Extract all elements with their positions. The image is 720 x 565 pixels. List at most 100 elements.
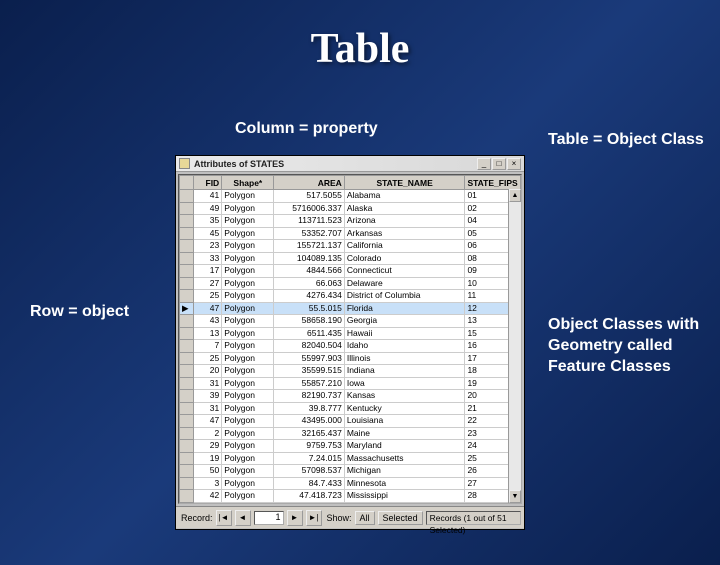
window-titlebar[interactable]: Attributes of STATES _ □ ×	[176, 156, 524, 172]
table-row[interactable]: 25Polygon4276.434District of Columbia11	[180, 290, 521, 303]
table-row[interactable]: 23Polygon155721.137California06	[180, 240, 521, 253]
row-selector[interactable]	[180, 490, 194, 503]
row-selector[interactable]	[180, 502, 194, 504]
scroll-up-button[interactable]: ▲	[509, 189, 521, 202]
scroll-down-button[interactable]: ▼	[509, 490, 521, 503]
cell-area: 58658.190	[274, 315, 344, 328]
cell-name: Hawaii	[344, 327, 465, 340]
table-row[interactable]: 35Polygon113711.523Arizona04	[180, 215, 521, 228]
row-selector[interactable]	[180, 277, 194, 290]
nav-prev-button[interactable]: ◄	[235, 510, 251, 526]
record-number-input[interactable]: 1	[254, 511, 284, 525]
cell-fid: 2	[194, 427, 222, 440]
table-row[interactable]: 25Polygon55997.903Illinois17	[180, 352, 521, 365]
cell-shape: Polygon	[222, 327, 274, 340]
row-selector[interactable]	[180, 352, 194, 365]
table-header-row: FID Shape* AREA STATE_NAME STATE_FIPS	[180, 176, 521, 190]
row-selector[interactable]	[180, 377, 194, 390]
cell-name: Florida	[344, 302, 465, 315]
row-selector[interactable]	[180, 252, 194, 265]
table-row[interactable]: 2Polygon32165.437Maine23	[180, 427, 521, 440]
row-selector[interactable]	[180, 365, 194, 378]
table-row[interactable]: 7Polygon82040.504Idaho16	[180, 340, 521, 353]
cell-name: Missouri	[344, 502, 465, 504]
table-row[interactable]: 43Polygon58658.190Georgia13	[180, 315, 521, 328]
cell-fid: 33	[194, 252, 222, 265]
row-selector[interactable]	[180, 465, 194, 478]
row-selector[interactable]	[180, 390, 194, 403]
table-row[interactable]: ▶47Polygon55.5.015Florida12	[180, 302, 521, 315]
cell-fid: 41	[194, 190, 222, 203]
cell-area: 39.8.777	[274, 402, 344, 415]
col-shape[interactable]: Shape*	[222, 176, 274, 190]
corner-cell[interactable]	[180, 176, 194, 190]
label-column-property: Column = property	[235, 120, 378, 138]
row-selector[interactable]	[180, 427, 194, 440]
cell-name: Alabama	[344, 190, 465, 203]
close-button[interactable]: ×	[507, 158, 521, 170]
col-fid[interactable]: FID	[194, 176, 222, 190]
row-selector[interactable]	[180, 202, 194, 215]
cell-shape: Polygon	[222, 277, 274, 290]
row-selector[interactable]	[180, 477, 194, 490]
table-row[interactable]: 41Polygon517.5055Alabama01	[180, 190, 521, 203]
cell-area: 55.5.015	[274, 302, 344, 315]
maximize-button[interactable]: □	[492, 158, 506, 170]
table-row[interactable]: 3Polygon84.7.433Minnesota27	[180, 477, 521, 490]
table-row[interactable]: 31Polygon39.8.777Kentucky21	[180, 402, 521, 415]
col-area[interactable]: AREA	[274, 176, 344, 190]
row-selector[interactable]	[180, 440, 194, 453]
row-selector[interactable]	[180, 215, 194, 228]
row-selector[interactable]: ▶	[180, 302, 194, 315]
table-row[interactable]: 20Polygon35599.515Indiana18	[180, 365, 521, 378]
cell-fid: 13	[194, 327, 222, 340]
row-selector[interactable]	[180, 315, 194, 328]
col-name[interactable]: STATE_NAME	[344, 176, 465, 190]
cell-name: Louisiana	[344, 415, 465, 428]
cell-area: 43495.000	[274, 415, 344, 428]
cell-shape: Polygon	[222, 265, 274, 278]
show-selected-button[interactable]: Selected	[378, 511, 423, 525]
scrollbar-track[interactable]	[509, 202, 521, 490]
table-row[interactable]: 37Polygon68983.635Missouri29	[180, 502, 521, 504]
nav-last-button[interactable]: ►|	[306, 510, 322, 526]
row-selector[interactable]	[180, 190, 194, 203]
cell-area: 82190.737	[274, 390, 344, 403]
cell-fid: 29	[194, 440, 222, 453]
table-row[interactable]: 39Polygon82190.737Kansas20	[180, 390, 521, 403]
table-row[interactable]: 31Polygon55857.210Iowa19	[180, 377, 521, 390]
cell-area: 84.7.433	[274, 477, 344, 490]
show-all-button[interactable]: All	[355, 511, 375, 525]
table-row[interactable]: 42Polygon47.418.723Mississippi28	[180, 490, 521, 503]
table-row[interactable]: 19Polygon7.24.015Massachusetts25	[180, 452, 521, 465]
label-feature-classes: Object Classes with Geometry called Feat…	[548, 315, 720, 377]
table-row[interactable]: 29Polygon9759.753Maryland24	[180, 440, 521, 453]
row-selector[interactable]	[180, 415, 194, 428]
table-row[interactable]: 50Polygon57098.537Michigan26	[180, 465, 521, 478]
row-selector[interactable]	[180, 340, 194, 353]
table-row[interactable]: 47Polygon43495.000Louisiana22	[180, 415, 521, 428]
row-selector[interactable]	[180, 402, 194, 415]
cell-name: Kansas	[344, 390, 465, 403]
row-selector[interactable]	[180, 452, 194, 465]
col-fips[interactable]: STATE_FIPS	[465, 176, 521, 190]
row-selector[interactable]	[180, 327, 194, 340]
cell-fid: 37	[194, 502, 222, 504]
nav-next-button[interactable]: ►	[287, 510, 303, 526]
minimize-button[interactable]: _	[477, 158, 491, 170]
table-row[interactable]: 27Polygon66.063Delaware10	[180, 277, 521, 290]
row-selector[interactable]	[180, 240, 194, 253]
row-selector[interactable]	[180, 265, 194, 278]
table-row[interactable]: 33Polygon104089.135Colorado08	[180, 252, 521, 265]
row-selector[interactable]	[180, 227, 194, 240]
table-row[interactable]: 49Polygon5716006.337Alaska02	[180, 202, 521, 215]
cell-name: Georgia	[344, 315, 465, 328]
row-selector[interactable]	[180, 290, 194, 303]
table-row[interactable]: 13Polygon6511.435Hawaii15	[180, 327, 521, 340]
nav-first-button[interactable]: |◄	[216, 510, 232, 526]
cell-area: 35599.515	[274, 365, 344, 378]
table-row[interactable]: 17Polygon4844.566Connecticut09	[180, 265, 521, 278]
vertical-scrollbar[interactable]: ▲ ▼	[508, 189, 521, 503]
table-row[interactable]: 45Polygon53352.707Arkansas05	[180, 227, 521, 240]
cell-fid: 47	[194, 302, 222, 315]
